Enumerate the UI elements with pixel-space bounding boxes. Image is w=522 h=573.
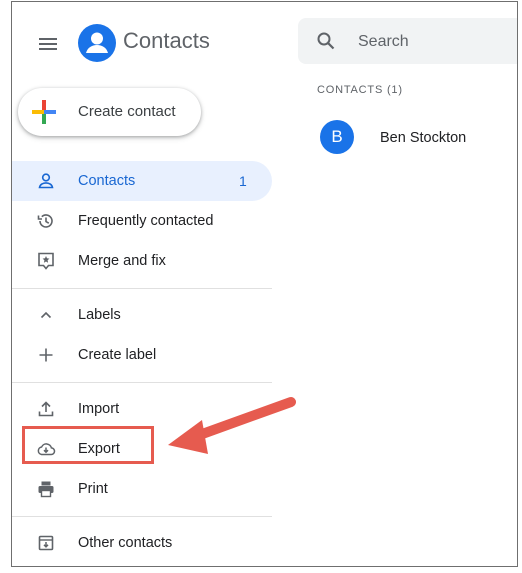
sidebar-item-label: Create label [78,347,157,363]
merge-icon [36,251,56,271]
main-menu-icon[interactable] [36,32,60,56]
avatar: B [320,120,354,154]
chevron-up-icon [36,305,56,325]
person-icon [36,171,56,191]
printer-icon [36,479,56,499]
sidebar-item-label: Frequently contacted [78,213,214,229]
colored-plus-icon [32,100,56,124]
app-title: Contacts [123,28,210,53]
contacts-window: Contacts Create contact Contacts 1 Frequ… [11,1,518,567]
sidebar-divider [12,382,272,383]
contact-row[interactable]: B Ben Stockton [306,116,517,160]
sidebar-item-label: Merge and fix [78,253,166,269]
labels-header: Labels [78,307,121,323]
sidebar-item-contacts[interactable]: Contacts 1 [12,161,272,201]
sidebar-divider [12,516,272,517]
search-bar[interactable] [298,18,517,64]
contacts-logo-icon [78,24,116,62]
contacts-count-badge: 1 [239,173,247,189]
sidebar-item-label: Print [78,481,108,497]
create-contact-button[interactable]: Create contact [18,88,201,136]
sidebar-item-label: Contacts [78,173,136,189]
sidebar-divider [12,288,272,289]
create-contact-label: Create contact [78,103,176,120]
search-input[interactable] [356,29,517,55]
sidebar-item-print[interactable]: Print [12,469,272,509]
contact-list-header: CONTACTS (1) [317,84,403,96]
history-icon [36,211,56,231]
export-highlight-box [22,426,154,464]
sidebar-item-other-contacts[interactable]: Other contacts [12,523,272,563]
sidebar-item-label: Import [78,401,120,417]
plus-icon [36,345,56,365]
archive-icon [36,533,56,553]
upload-icon [36,399,56,419]
sidebar-item-create-label[interactable]: Create label [12,335,272,375]
red-arrow-annotation [162,390,302,470]
search-icon[interactable] [316,31,336,51]
sidebar-item-merge-and-fix[interactable]: Merge and fix [12,241,272,281]
sidebar-item-label: Other contacts [78,535,173,551]
sidebar-item-frequently-contacted[interactable]: Frequently contacted [12,201,272,241]
contact-name: Ben Stockton [380,130,467,146]
labels-section-toggle[interactable]: Labels [12,295,272,335]
